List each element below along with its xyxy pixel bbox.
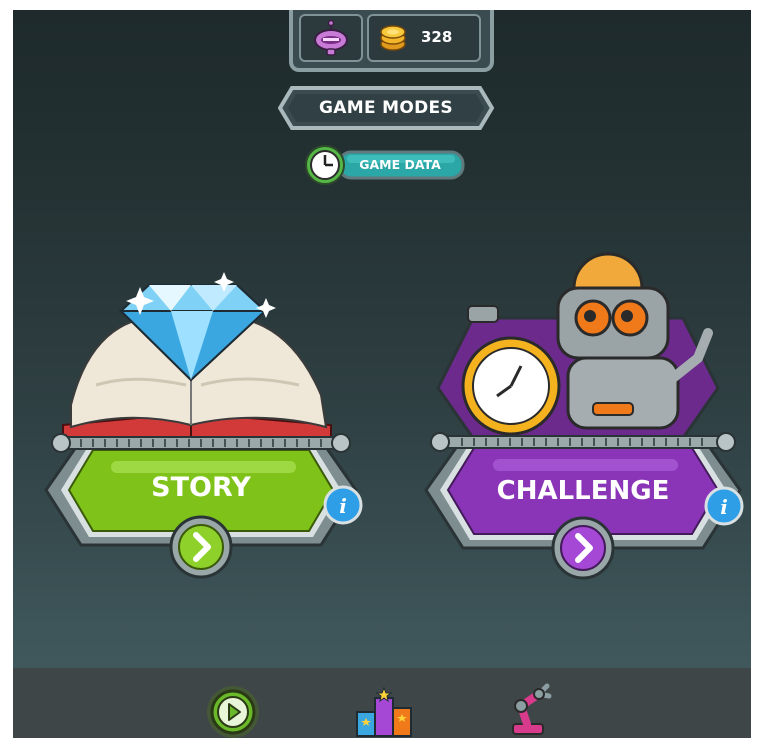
story-go-button[interactable] bbox=[169, 515, 233, 579]
challenge-mode-card[interactable]: CHALLENGE i bbox=[418, 248, 748, 588]
coin-counter: 328 bbox=[367, 14, 481, 62]
game-modes-banner: GAME MODES bbox=[278, 86, 494, 130]
coin-count: 328 bbox=[421, 28, 453, 46]
story-mode-card[interactable]: STORY i bbox=[41, 265, 363, 585]
bottom-nav bbox=[13, 668, 751, 738]
svg-text:i: i bbox=[720, 495, 728, 519]
avatar-slot[interactable] bbox=[299, 14, 363, 62]
story-info-icon[interactable]: i bbox=[323, 485, 363, 525]
challenge-go-button[interactable] bbox=[551, 516, 615, 580]
clock-icon bbox=[305, 145, 345, 185]
coins-icon bbox=[380, 25, 406, 51]
resource-bar: 328 bbox=[289, 10, 494, 72]
game-data-label: GAME DATA bbox=[359, 157, 441, 172]
robot-arm-icon[interactable] bbox=[499, 680, 561, 736]
game-data-button[interactable]: GAME DATA bbox=[303, 144, 467, 186]
challenge-info-icon[interactable]: i bbox=[704, 486, 744, 526]
game-screen: 328 GAME MODES GAME DATA STORY i CHALLEN… bbox=[13, 10, 751, 738]
play-icon[interactable] bbox=[205, 684, 261, 738]
story-label: STORY bbox=[151, 472, 251, 503]
svg-text:i: i bbox=[339, 494, 347, 518]
leaderboard-icon[interactable] bbox=[353, 682, 415, 738]
challenge-label: CHALLENGE bbox=[496, 476, 670, 506]
alien-avatar-icon bbox=[314, 19, 348, 56]
game-modes-title: GAME MODES bbox=[319, 98, 453, 118]
